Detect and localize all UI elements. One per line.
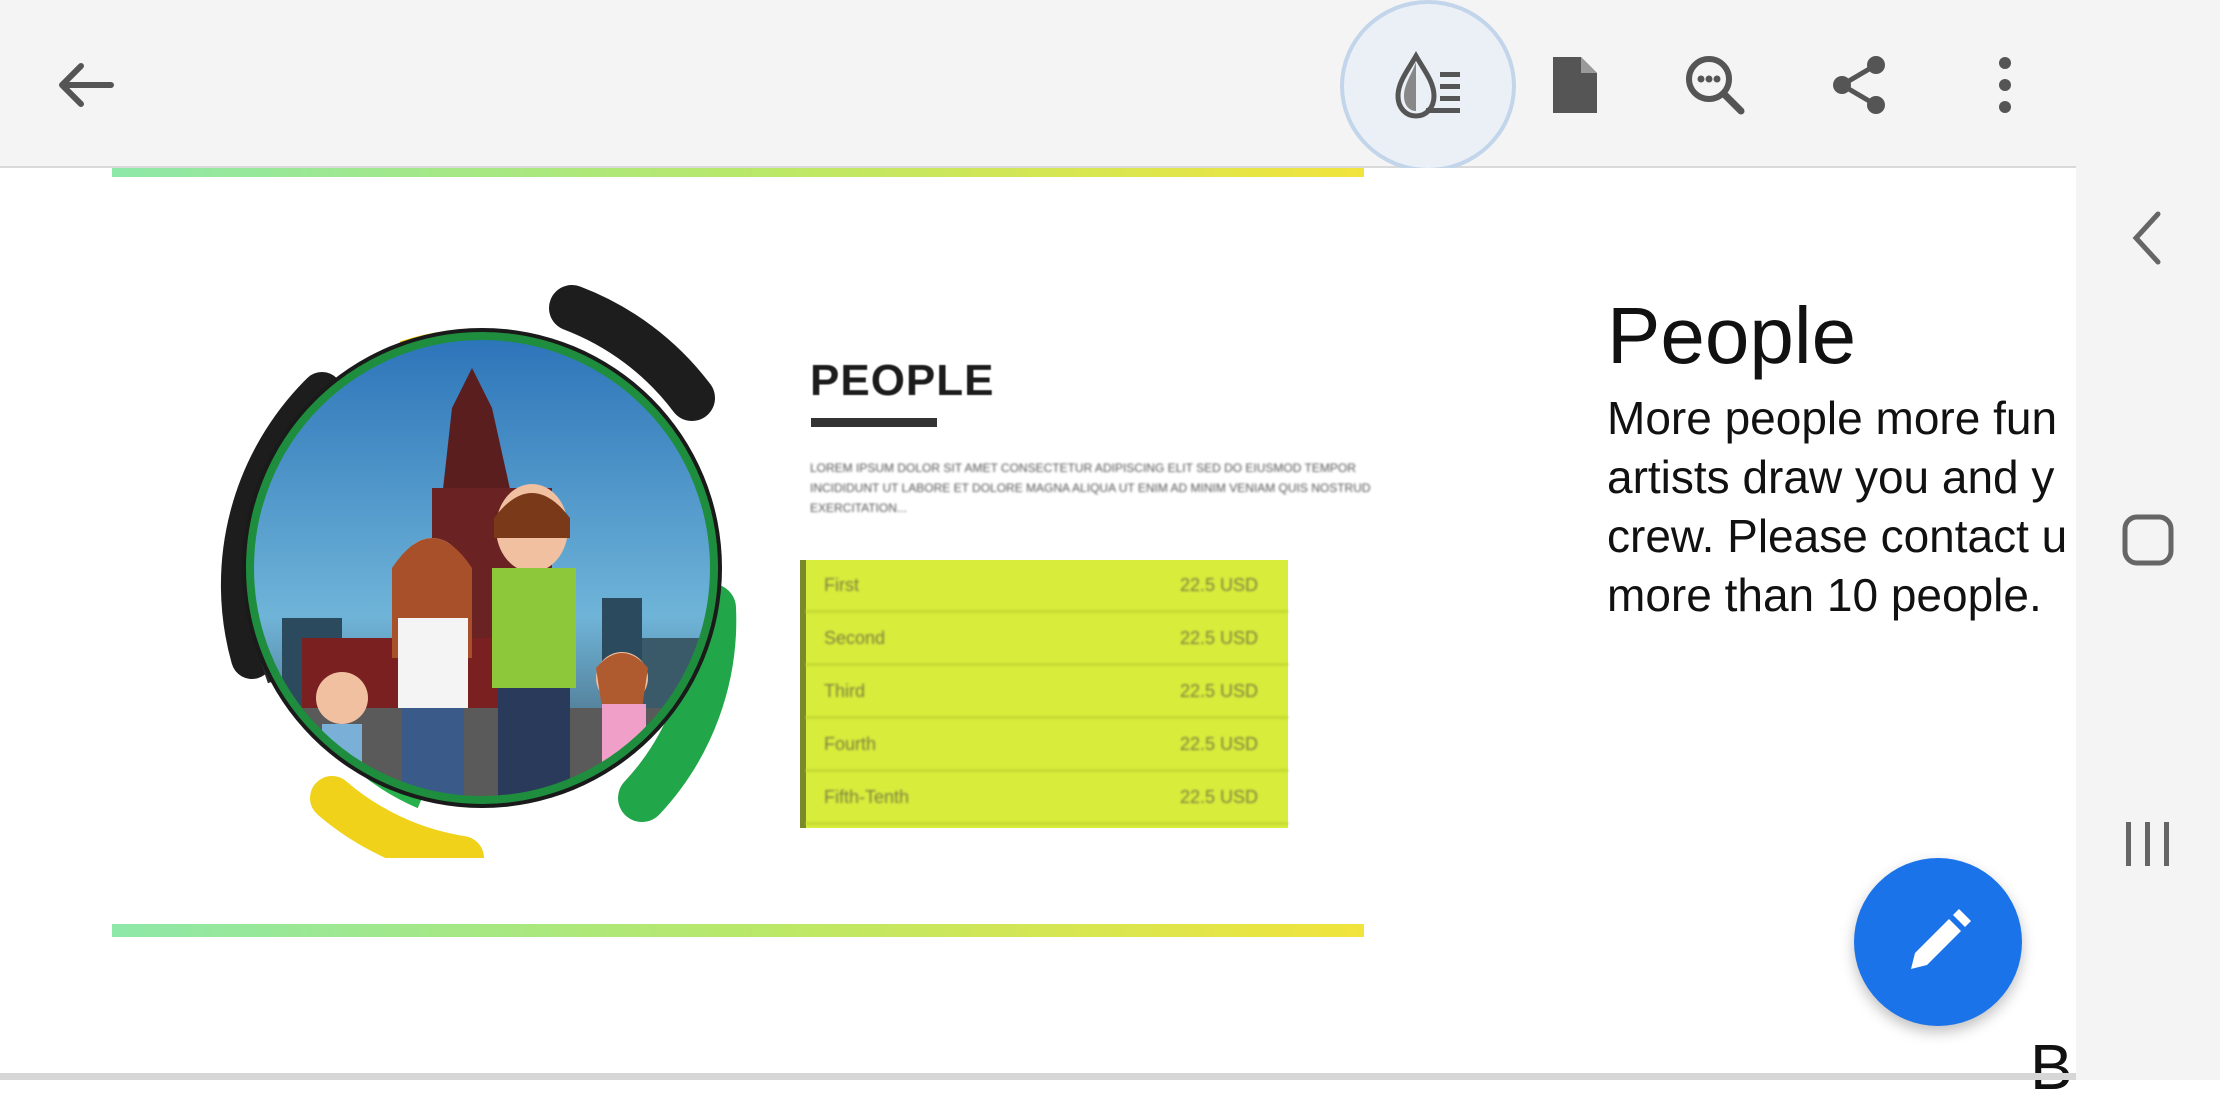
notes-title: People: [1607, 291, 1857, 380]
bottom-divider: [0, 1073, 2076, 1080]
share-button[interactable]: [1815, 40, 1905, 130]
recents-icon: [2126, 822, 2169, 866]
pencil-icon: [1911, 909, 1971, 969]
family-illustration: [220, 285, 737, 858]
notes-line: artists draw you and y: [1607, 451, 2055, 503]
price-table: First 22.5 USD Second 22.5 USD Third 22.…: [800, 560, 1288, 828]
reading-mode-button[interactable]: [1340, 0, 1516, 172]
notes-body: More people more fun artists draw you an…: [1607, 388, 2077, 624]
nav-back-button[interactable]: [2108, 198, 2188, 278]
square-home-icon: [2122, 514, 2174, 566]
table-row: Third 22.5 USD: [806, 666, 1288, 719]
edit-fab-button[interactable]: [1854, 858, 2022, 1026]
document-icon: [1553, 57, 1597, 113]
system-nav-bar: [2076, 0, 2220, 1080]
row-price: 22.5 USD: [1179, 680, 1258, 701]
notes-line: More people more fun: [1607, 392, 2058, 444]
table-row: First 22.5 USD: [806, 560, 1288, 613]
row-price: 22.5 USD: [1179, 627, 1258, 648]
arrow-left-icon: [59, 63, 114, 107]
row-price: 22.5 USD: [1179, 733, 1258, 754]
back-button[interactable]: [40, 40, 130, 130]
slide-body-text: LOREM IPSUM DOLOR SIT AMET CONSECTETUR A…: [810, 461, 1371, 515]
slide-thumbnail[interactable]: PEOPLE LOREM IPSUM DOLOR SIT AMET CONSEC…: [112, 168, 1371, 938]
table-row: Fifth-Tenth 22.5 USD: [806, 772, 1288, 825]
notes-line: crew. Please contact u: [1607, 510, 2068, 562]
more-options-button[interactable]: [1960, 40, 2050, 130]
slide-top-bar: [112, 168, 1364, 177]
row-label: First: [824, 574, 859, 595]
table-row: Second 22.5 USD: [806, 613, 1288, 666]
row-price: 22.5 USD: [1179, 786, 1258, 807]
chevron-left-icon: [2132, 211, 2161, 265]
row-label: Fourth: [824, 733, 877, 754]
notes-line: more than 10 people.: [1607, 569, 2042, 621]
next-heading-fragment: B: [2030, 1031, 2073, 1103]
top-app-bar: [0, 0, 2076, 172]
water-drop-text-icon: [1395, 50, 1460, 119]
row-price: 22.5 USD: [1179, 574, 1258, 595]
nav-recents-button[interactable]: [2108, 804, 2188, 884]
row-label: Second: [824, 627, 886, 648]
slide-heading: PEOPLE: [810, 356, 995, 405]
table-row: Fourth 22.5 USD: [806, 719, 1288, 772]
row-label: Third: [824, 680, 866, 701]
share-icon: [1833, 56, 1885, 114]
nav-home-button[interactable]: [2108, 500, 2188, 580]
document-button[interactable]: [1535, 40, 1615, 130]
slide-heading-underline: [811, 418, 937, 427]
find-button[interactable]: [1670, 40, 1760, 130]
more-vertical-icon: [1999, 57, 2011, 113]
search-comment-icon: [1686, 56, 1745, 115]
slide-bottom-bar: [112, 924, 1364, 937]
row-label: Fifth-Tenth: [824, 786, 910, 807]
